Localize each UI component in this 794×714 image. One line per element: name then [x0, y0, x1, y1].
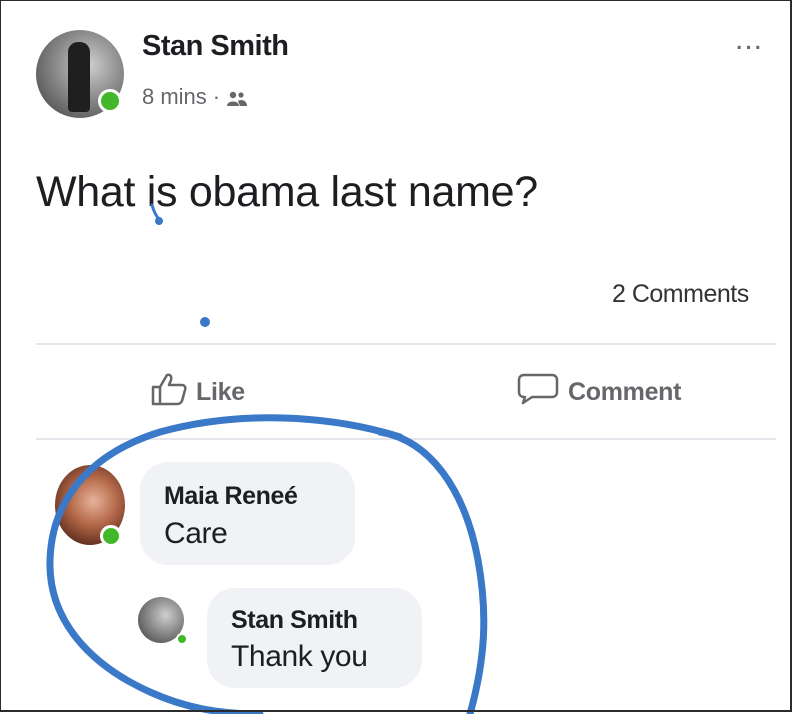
- comment-label: Comment: [568, 378, 682, 406]
- comment-button[interactable]: Comment: [516, 372, 681, 413]
- avatar-figure: [68, 42, 90, 112]
- online-status-dot: [100, 525, 122, 547]
- more-options-icon[interactable]: ...: [735, 25, 763, 55]
- like-label: Like: [196, 378, 245, 406]
- friends-icon[interactable]: [226, 88, 248, 106]
- divider: [36, 438, 776, 440]
- post-timestamp[interactable]: 8 mins: [142, 84, 207, 110]
- comments-count-link[interactable]: 2 Comments: [612, 280, 749, 309]
- comment-bubble: Maia Reneé Care: [140, 462, 355, 565]
- reply-text: Thank you: [231, 640, 368, 673]
- online-status-dot: [176, 633, 188, 645]
- comment-author-name[interactable]: Maia Reneé: [164, 482, 298, 511]
- ink-dot: [155, 217, 163, 225]
- post-meta: 8 mins ·: [142, 84, 248, 110]
- post-body-text: What is obama last name?: [36, 168, 538, 216]
- speech-bubble-icon: [516, 372, 560, 413]
- post-author-name[interactable]: Stan Smith: [142, 30, 289, 63]
- like-button[interactable]: Like: [150, 372, 245, 413]
- online-status-dot: [98, 89, 122, 113]
- meta-separator: ·: [212, 84, 221, 109]
- comment-text: Care: [164, 517, 228, 550]
- ink-dot: [200, 317, 210, 327]
- thumbs-up-icon: [150, 372, 188, 413]
- facebook-post: Stan Smith 8 mins · ... What is obama la…: [0, 0, 794, 714]
- reply-author-name[interactable]: Stan Smith: [231, 606, 358, 635]
- reply-bubble: Stan Smith Thank you: [207, 588, 422, 688]
- divider: [36, 343, 776, 345]
